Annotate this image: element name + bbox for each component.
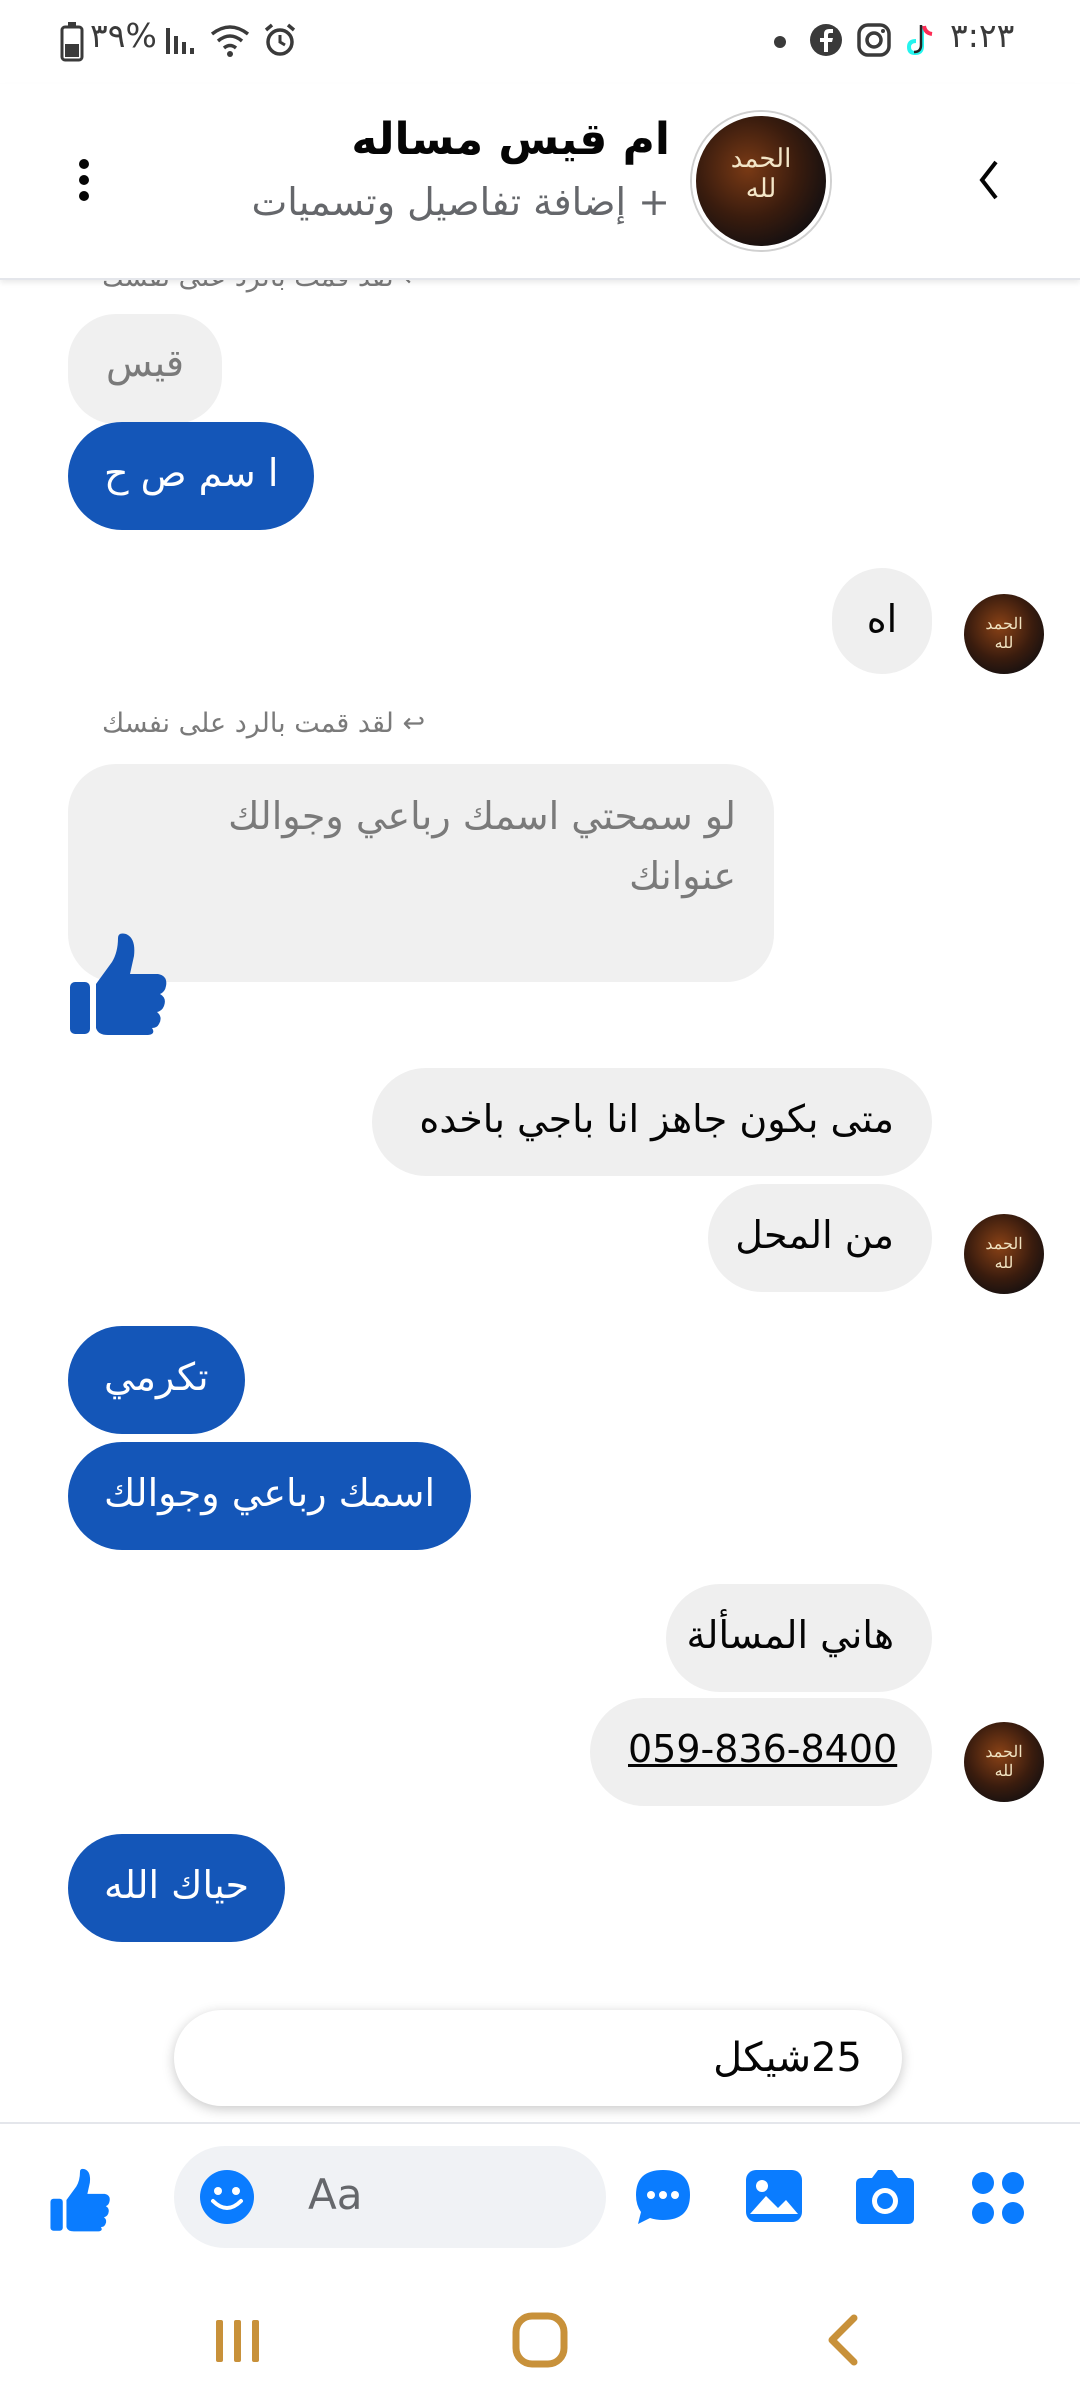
incoming-message[interactable]: من المحل — [708, 1184, 932, 1292]
outgoing-message[interactable]: اسمك رباعي وجوالك — [68, 1442, 472, 1550]
reply-note: ↩ لقد قمت بالرد على نفسك — [102, 708, 426, 739]
incoming-message[interactable]: متى بكون جاهز انا باجي باخده — [372, 1068, 932, 1176]
wifi-icon — [210, 25, 250, 57]
thumbs-up-reaction-icon — [70, 933, 167, 1035]
message-list[interactable]: ↩ لقد قمت بالرد على نفسك قيس ا سم ص ح اه… — [0, 278, 1080, 2118]
back-nav-icon[interactable] — [824, 2312, 864, 2368]
phone-number-link[interactable]: 059-836-8400 — [590, 1698, 932, 1806]
gallery-icon[interactable] — [744, 2168, 804, 2224]
outgoing-message[interactable]: تكرمي — [68, 1326, 245, 1434]
more-options-icon[interactable] — [70, 150, 98, 210]
apps-grid-icon[interactable] — [970, 2170, 1026, 2226]
composer-bar: Aa — [0, 2122, 1080, 2284]
reply-arrow-icon: ↩ — [402, 278, 425, 293]
battery-percent: %٣٩ — [90, 16, 157, 55]
avatar-calligraphy: الحمد لله — [730, 144, 792, 204]
incoming-message[interactable]: هاني المسألة — [666, 1584, 932, 1692]
home-button-icon[interactable] — [510, 2310, 570, 2370]
contact-avatar-small: الحمد لله — [964, 1214, 1044, 1294]
signal-icon — [166, 28, 194, 54]
recent-apps-icon[interactable] — [212, 2316, 264, 2366]
tiktok-icon — [906, 25, 933, 56]
emoji-icon[interactable] — [198, 2168, 256, 2226]
reply-note: ↩ لقد قمت بالرد على نفسك — [102, 278, 425, 293]
outgoing-message[interactable]: حياك الله — [68, 1834, 286, 1942]
contact-avatar-small: الحمد لله — [964, 1722, 1044, 1802]
contact-name[interactable]: ام قيس مساله — [351, 114, 670, 165]
quoted-message[interactable]: قيس — [68, 314, 223, 424]
message-placeholder: Aa — [308, 2170, 363, 2219]
notification-dot-icon — [774, 36, 786, 48]
chat-bubble-icon[interactable] — [632, 2166, 694, 2228]
quoted-line: عنوانك — [629, 854, 736, 898]
contact-avatar[interactable]: الحمد لله — [692, 112, 830, 250]
facebook-icon — [810, 24, 842, 56]
quoted-line: لو سمحتي اسمك رباعي وجوالك — [228, 794, 736, 838]
quoted-message[interactable]: لو سمحتي اسمك رباعي وجوالك عنوانك — [68, 764, 774, 982]
system-navigation-bar — [0, 2282, 1080, 2408]
thumbs-up-send-icon[interactable] — [48, 2168, 112, 2232]
draft-message-text[interactable]: 25شيكل — [174, 2010, 902, 2106]
instagram-icon — [857, 23, 891, 57]
battery-icon — [60, 22, 84, 62]
alarm-icon — [264, 23, 296, 56]
chat-header: ام قيس مساله + إضافة تفاصيل وتسميات الحم… — [0, 84, 1080, 280]
message-input[interactable]: Aa — [174, 2146, 606, 2248]
status-time: ٣:٢٣ — [950, 16, 1015, 55]
outgoing-message[interactable]: ا سم ص ح — [68, 422, 315, 530]
chevron-right-icon[interactable] — [968, 150, 1018, 210]
incoming-message[interactable]: اه — [832, 568, 932, 674]
add-details-link[interactable]: + إضافة تفاصيل وتسميات — [251, 180, 670, 224]
reply-arrow-icon: ↩ — [402, 708, 426, 739]
status-bar: %٣٩ ٣:٢٣ — [0, 0, 1080, 84]
camera-icon[interactable] — [852, 2168, 918, 2226]
contact-avatar-small: الحمد لله — [964, 594, 1044, 674]
